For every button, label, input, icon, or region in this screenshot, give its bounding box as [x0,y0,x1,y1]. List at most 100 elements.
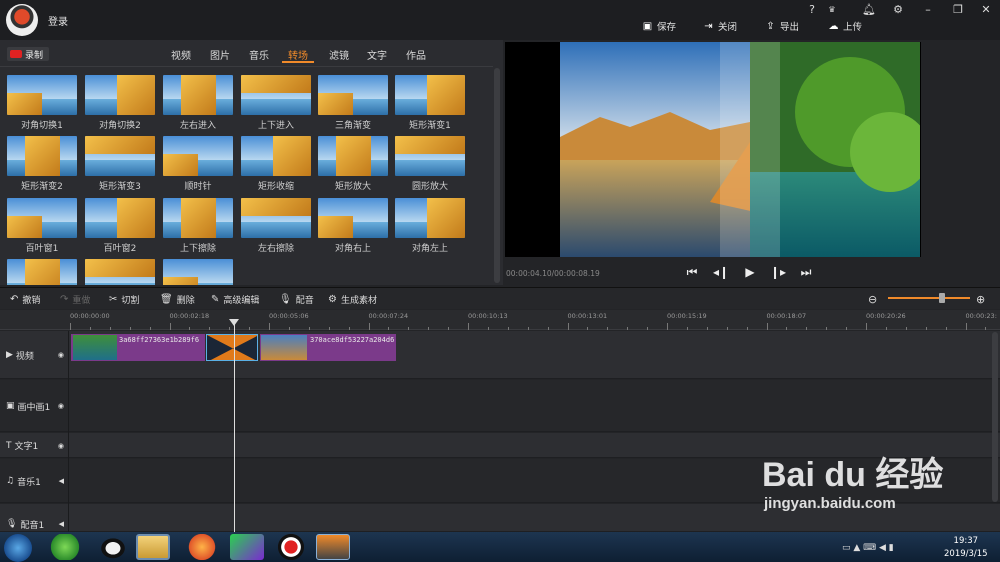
exit-icon: ⇥ [704,20,713,32]
undo-button[interactable]: ↶ 撤销 [10,293,40,306]
transition-thumbnail[interactable] [7,136,77,176]
timeline-ruler[interactable]: 00:00:00:00 00:00:02:18 00:00:05:06 00:00:0… [0,310,1000,330]
save-button[interactable]: ▣ 保存 [642,19,676,34]
transition-label: 对角切换1 [21,121,63,131]
library-scrollbar[interactable] [494,68,500,283]
ruler-tick-label: 00:00:23: [965,312,997,320]
playhead-handle[interactable] [229,319,239,326]
transition-thumbnail[interactable] [241,198,311,238]
clock[interactable]: 19:37 2019/3/15 [944,535,988,561]
avatar[interactable] [6,4,38,36]
restore-icon[interactable]: ❐ [950,3,966,17]
pencil-icon: ✎ [211,293,220,305]
transition-label: 对角右上 [334,244,371,254]
step-back-icon[interactable]: ◂❙ [713,264,729,280]
zoom-slider-handle[interactable] [939,293,945,303]
gear-icon[interactable]: ⚙ [890,3,906,17]
eye-icon[interactable]: ◉ [58,351,64,359]
start-button[interactable] [4,534,32,562]
ruler-tick-label: 00:00:13:01 [567,312,608,320]
app-360-icon[interactable] [48,534,82,560]
skip-start-icon[interactable]: ⏮ [684,264,700,280]
transition-thumbnail[interactable] [318,198,388,238]
eye-icon[interactable]: ◉ [58,402,64,410]
generate-button[interactable]: ⚙ 生成素材 [328,293,377,306]
transition-label: 左右进入 [179,121,216,131]
redo-button[interactable]: ↷ 重做 [60,293,90,306]
transition-thumbnail[interactable] [85,259,155,285]
bell-icon[interactable]: 🔔︎ [861,3,877,17]
transition-label: 百叶窗2 [103,244,137,254]
step-forward-icon[interactable]: ❙▸ [770,264,786,280]
transition-label: 三角渐变 [334,121,371,131]
speaker-icon[interactable]: ◀ [59,477,64,485]
transition-clip[interactable] [206,334,258,361]
qq-icon[interactable] [96,534,130,560]
eye-icon[interactable]: ◉ [58,442,64,450]
transition-thumbnail[interactable] [395,136,465,176]
ruler-tick-label: 00:00:02:18 [169,312,210,320]
close-icon[interactable]: ✕ [978,3,994,17]
transition-thumbnail[interactable] [318,75,388,115]
transition-thumbnail[interactable] [395,75,465,115]
speaker-icon[interactable]: ◀ [59,520,64,528]
vip-icon[interactable]: ♛ [824,3,840,17]
play-icon: ▶ [6,350,13,360]
cut-button[interactable]: ✂ 切割 [109,293,139,306]
recorder-icon[interactable] [274,534,308,560]
transition-thumbnail[interactable] [7,259,77,285]
dub-button[interactable]: 🎙︎ 配音 [279,293,314,306]
transition-thumbnail[interactable] [163,75,233,115]
minimize-icon[interactable]: – [920,3,936,17]
clip-thumbnail [261,335,307,360]
transition-label: 矩形渐变3 [99,182,141,192]
zoom-out-icon[interactable]: ⊖ [868,293,877,306]
transition-thumbnail[interactable] [163,259,233,285]
video-clip[interactable]: 370ace8df53227a204d6 [260,334,396,361]
skip-end-icon[interactable]: ⏭ [798,264,814,280]
transition-label: 圆形放大 [411,182,448,192]
track-header: ▶ 视频 ◉ [6,350,64,362]
track-pip: ▣ 画中画1 ◉ [0,380,1000,432]
transition-thumbnail[interactable] [7,198,77,238]
explorer-icon[interactable] [136,534,170,560]
trash-icon: 🗑︎ [160,293,173,305]
transition-thumbnail[interactable] [318,136,388,176]
edit-toolbar: ↶ 撤销 ↷ 重做 ✂ 切割 🗑︎ 删除 ✎ 高级编辑 🎙︎ 配音 ⚙ 生成素材 ⊖ ⊕ [0,287,1000,309]
transition-thumbnail[interactable] [85,75,155,115]
help-icon[interactable]: ? [804,3,820,17]
timeline-scrollbar[interactable] [992,332,998,502]
playhead[interactable] [234,320,235,532]
pip-icon: ▣ [6,401,15,411]
transition-thumbnail[interactable] [85,136,155,176]
transition-thumbnail[interactable] [85,198,155,238]
player-icon[interactable] [230,534,264,560]
zoom-in-icon[interactable]: ⊕ [976,293,985,306]
play-icon[interactable]: ▶ [742,264,758,280]
scissors-icon: ✂ [109,293,118,305]
transition-thumbnail[interactable] [241,136,311,176]
firefox-icon[interactable] [185,534,219,560]
transition-thumbnail[interactable] [241,75,311,115]
tray-icons[interactable]: ▭ ▲ ⌨ ◀ ▮ [842,543,894,553]
transition-thumbnail[interactable] [7,75,77,115]
export-button[interactable]: ⇪ 导出 [765,19,799,34]
video-editor-taskbar-icon[interactable] [316,534,350,560]
transition-label: 上下进入 [257,121,294,131]
export-icon: ⇪ [766,20,775,32]
close-project-button[interactable]: ⇥ 关闭 [703,19,737,34]
delete-button[interactable]: 🗑︎ 删除 [160,293,195,306]
zoom-slider[interactable] [888,297,970,299]
undo-icon: ↶ [10,293,19,305]
transition-label: 对角左上 [411,244,448,254]
transition-thumbnail[interactable] [395,198,465,238]
advanced-edit-button[interactable]: ✎ 高级编辑 [211,293,259,306]
redo-icon: ↷ [60,293,69,305]
login-link[interactable]: 登录 [48,13,68,28]
upload-button[interactable]: ☁ 上传 [828,19,863,34]
transition-thumbnail[interactable] [163,136,233,176]
save-icon: ▣ [642,20,653,32]
video-clip[interactable]: 3a68ff27363e1b289f6 [71,334,205,361]
transition-thumbnail[interactable] [163,198,233,238]
transition-label: 左右擦除 [257,244,294,254]
